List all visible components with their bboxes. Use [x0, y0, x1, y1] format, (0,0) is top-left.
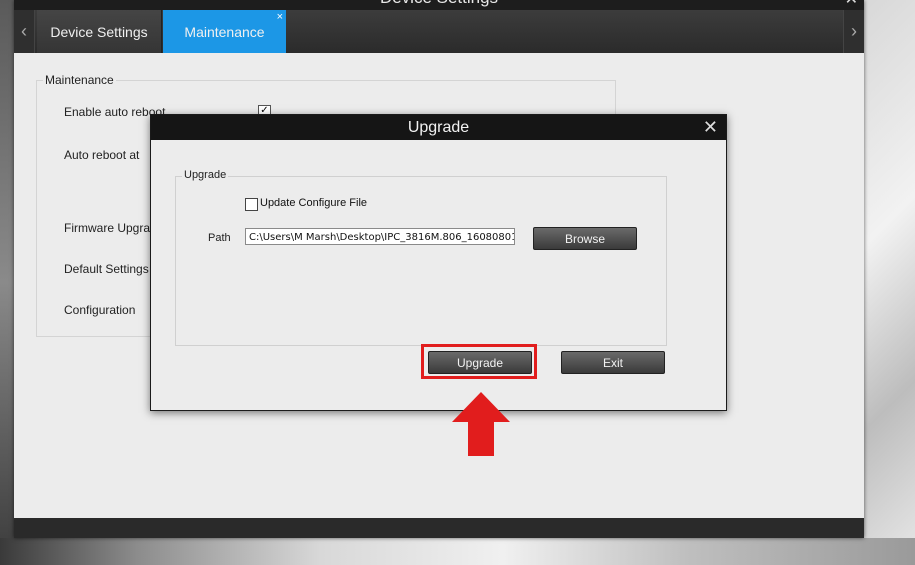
tab-maintenance[interactable]: Maintenance × [163, 10, 286, 53]
auto-reboot-at-label: Auto reboot at [64, 148, 140, 162]
window-title: Device Settings [14, 0, 864, 8]
dialog-close-icon[interactable]: ✕ [703, 115, 718, 140]
default-settings-label: Default Settings [64, 262, 149, 276]
background-left [0, 0, 14, 565]
tab-scroll-left-icon[interactable]: ‹ [14, 10, 35, 53]
upgrade-group: Upgrade Update Configure File Path C:\Us… [175, 169, 667, 346]
tab-scroll-right-icon[interactable]: › [843, 10, 864, 53]
update-configure-file-label: Update Configure File [260, 197, 368, 209]
window-close-icon[interactable]: ✕ [845, 0, 858, 9]
tab-label: Maintenance [184, 23, 265, 40]
upgrade-group-legend: Upgrade [182, 169, 229, 181]
dialog-title: Upgrade [151, 115, 726, 140]
window-title-bar: Device Settings ✕ [14, 0, 864, 10]
tab-device-settings[interactable]: Device Settings [37, 10, 162, 53]
background-bottom [0, 538, 915, 565]
red-up-arrow-icon [452, 392, 510, 456]
upgrade-highlight-box [421, 344, 537, 379]
browse-button[interactable]: Browse [533, 227, 637, 250]
tab-bar: ‹ Device Settings Maintenance × › [14, 10, 864, 53]
maintenance-legend: Maintenance [43, 73, 116, 87]
tab-label: Device Settings [50, 23, 148, 40]
background-right [864, 0, 915, 565]
update-configure-file-checkbox[interactable] [245, 198, 258, 211]
path-input[interactable]: C:\Users\M Marsh\Desktop\IPC_3816M.806_1… [245, 228, 515, 245]
exit-button[interactable]: Exit [561, 351, 665, 374]
firmware-upgrade-label: Firmware Upgrade [64, 221, 164, 235]
status-bar [14, 518, 864, 538]
path-label: Path [208, 232, 231, 244]
tab-close-icon[interactable]: × [277, 11, 283, 23]
configuration-label: Configuration [64, 303, 136, 317]
